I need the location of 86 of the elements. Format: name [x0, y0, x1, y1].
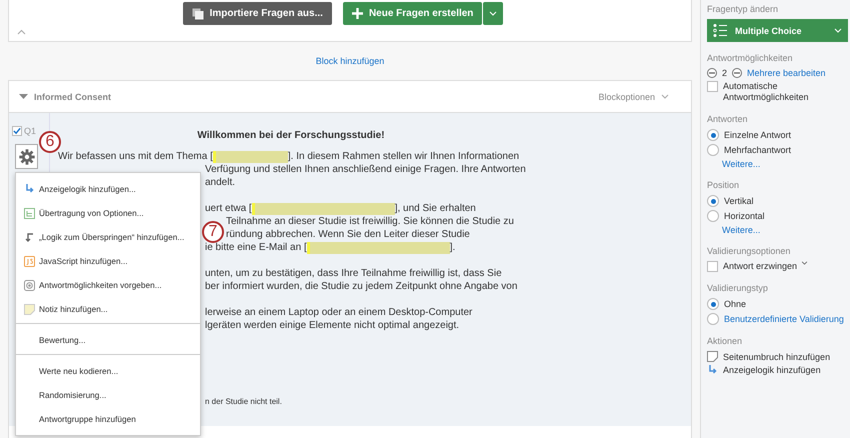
menu-item[interactable]: Anzeigelogik hinzufügen...	[16, 177, 200, 201]
body-text: lerweise an einem Laptop oder an einem Desktop-Computer	[205, 306, 472, 319]
menu-item[interactable]: Übertragung von Optionen...	[16, 201, 200, 225]
triangle-icon[interactable]	[19, 94, 28, 100]
body-text: lgeräten werden einige Elemente nicht optimal angezeigt.	[205, 319, 460, 332]
radio-button[interactable]	[707, 298, 719, 310]
section-heading: Antwortmöglichkeiten	[707, 53, 794, 63]
caret-icon[interactable]	[801, 261, 808, 265]
radio-icon	[24, 280, 34, 290]
action-item[interactable]: Anzeigelogik hinzufügen	[707, 365, 848, 375]
plus-icon	[352, 8, 363, 19]
radio-button[interactable]	[707, 195, 719, 207]
caret-icon	[489, 11, 498, 16]
body-text: Verfügung und stellen Ihnen anschließend einige Fragen. Ihre Antworten	[205, 163, 526, 176]
caret-icon	[661, 94, 669, 99]
minus-icon	[709, 72, 715, 74]
question-type-dropdown[interactable]: Multiple Choice	[707, 19, 848, 42]
arrow-icon	[707, 365, 718, 375]
body-text: ]. In diesem Rahmen stellen wir Ihnen Informationen	[288, 150, 520, 163]
minus-icon	[734, 72, 740, 74]
checkbox[interactable]	[12, 126, 22, 136]
more-link[interactable]: Weitere...	[722, 159, 848, 169]
radio-label: Mehrfachantwort	[724, 144, 792, 156]
body-text: n der Studie nicht teil.	[205, 396, 283, 408]
menu-item[interactable]: Randomisierung...	[16, 383, 200, 407]
question-title: Willkommen bei der Forschungsstudie!	[196, 129, 386, 142]
section-heading: Antworten	[707, 114, 749, 124]
body-text: unten, um zu bestätigen, dass Ihre Teilnahme freiwillig ist, dass Sie	[205, 267, 502, 280]
settings-icon	[18, 148, 34, 164]
section-heading: Validierungsoptionen	[707, 246, 792, 256]
radio-label: Vertikal	[724, 196, 754, 206]
menu-item[interactable]: Antwortgruppe hinzufügen	[16, 407, 200, 431]
section-heading: Aktionen	[707, 336, 744, 346]
add-block-link[interactable]: Block hinzufügen	[316, 56, 384, 66]
list-icon	[713, 24, 727, 37]
action-item[interactable]: Seitenumbruch hinzufügen	[707, 351, 848, 362]
radio-label: Einzelne Antwort	[724, 130, 792, 140]
arrow-icon	[24, 232, 34, 242]
body-text: ], und Sie erhalten	[394, 202, 476, 215]
block-title: Informed Consent	[34, 92, 112, 102]
menu-item[interactable]: Werte neu kodieren...	[16, 359, 200, 383]
copy-icon	[192, 8, 204, 20]
dropdown-button[interactable]	[483, 2, 504, 25]
increment-button[interactable]	[732, 68, 742, 78]
body-text: andelt.	[205, 176, 236, 189]
radio-button[interactable]	[707, 210, 719, 222]
checkbox-label: Antwort erzwingen	[723, 261, 798, 272]
page-icon	[707, 351, 718, 362]
section-heading: Validierungstyp	[707, 283, 769, 293]
radio-button[interactable]	[707, 144, 719, 156]
radio-label: Horizontal	[724, 210, 765, 222]
list-icon	[24, 208, 34, 218]
radio-label: Benutzerdefinierte Validierung	[724, 314, 844, 324]
section-heading: Fragentyp ändern	[707, 4, 780, 14]
import-button[interactable]: Importiere Fragen aus...	[182, 2, 332, 25]
menu-item[interactable]: Notiz hinzufügen...	[16, 297, 200, 321]
checkbox[interactable]	[707, 81, 718, 92]
body-text: ründung abbrechen. Wenn Sie den Leiter dieser Studie	[226, 228, 470, 241]
javascript-icon	[24, 256, 34, 266]
menu-item[interactable]: „Logik zum Überspringen“ hinzufügen...	[16, 225, 200, 249]
menu-item[interactable]: Bewertung...	[16, 328, 200, 352]
choice-count: 2	[722, 68, 728, 78]
section-heading: Position	[707, 180, 740, 190]
checkbox[interactable]	[707, 261, 718, 272]
menu-item[interactable]: Antwortmöglichkeiten vorgeben...	[16, 273, 200, 297]
body-text: Teilnahme an dieser Studie ist freiwillig. Sie können die Studie zu	[226, 215, 514, 228]
question-number: Q1	[24, 126, 36, 136]
body-text: uert etwa [	[205, 202, 252, 215]
body-text: ie bitte eine E-Mail an [	[205, 241, 307, 254]
arrow-icon	[24, 184, 34, 194]
menu-item[interactable]: JavaScript hinzufügen...	[16, 249, 200, 273]
radio-button[interactable]	[707, 129, 719, 141]
checkbox-label: Automatische Antwortmöglichkeiten	[723, 81, 810, 103]
radio-label: Ohne	[724, 298, 746, 310]
settings-button[interactable]	[15, 144, 38, 169]
block-options-menu[interactable]: Blockoptionen	[598, 92, 655, 102]
radio-button[interactable]	[707, 313, 719, 325]
body-text: ].	[450, 241, 456, 254]
edit-multiple-link[interactable]: Mehrere bearbeiten	[747, 68, 826, 78]
body-text: ber informiert wurden, die Studie zu jedem Zeitpunkt ohne Angabe von	[205, 280, 518, 293]
more-link[interactable]: Weitere...	[722, 225, 848, 235]
caret-icon	[834, 28, 842, 33]
new-questions-button[interactable]: Neue Fragen erstellen	[342, 2, 482, 25]
body-text: Wir befassen uns mit dem Thema [	[58, 150, 213, 163]
decrement-button[interactable]	[707, 68, 717, 78]
note-icon	[24, 304, 34, 314]
